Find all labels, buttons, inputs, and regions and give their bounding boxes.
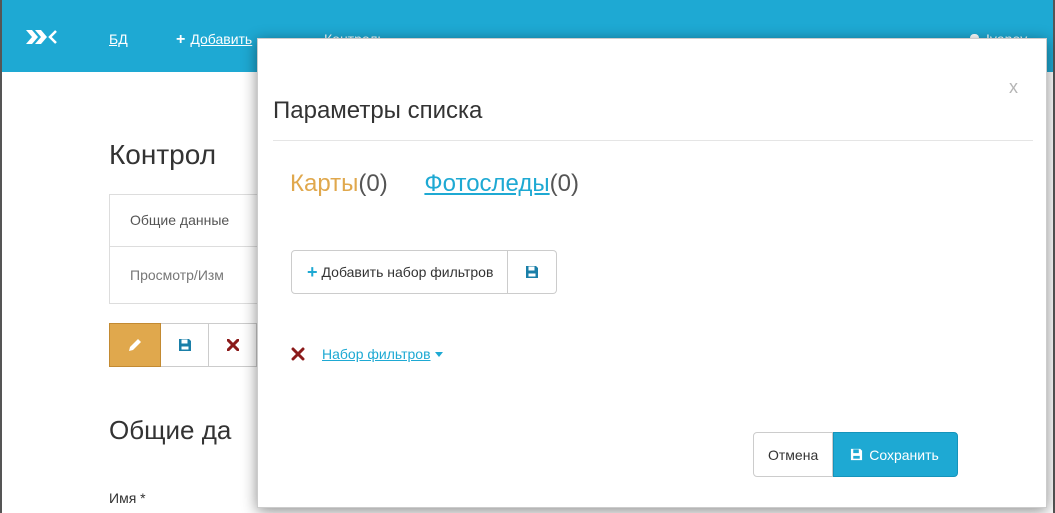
plus-icon: + (176, 31, 186, 48)
name-field-label: Имя * (109, 490, 146, 506)
tab-maps-label: Карты (290, 170, 359, 197)
tab-maps[interactable]: Карты(0) (290, 170, 388, 198)
logo-icon[interactable] (26, 28, 68, 46)
tab-maps-count: (0) (358, 170, 388, 197)
filter-actions: + Добавить набор фильтров (291, 250, 558, 294)
modal-footer: Отмена Сохранить (753, 432, 958, 477)
caret-down-icon (434, 352, 443, 357)
filter-set-dropdown[interactable]: Набор фильтров (322, 346, 443, 362)
list-tabs: Карты(0) Фотоследы(0) (290, 170, 579, 198)
save-button[interactable]: Сохранить (833, 432, 958, 477)
list-params-modal: x Параметры списка Карты(0) Фотоследы(0)… (257, 38, 1047, 508)
tab-photo-traces-label: Фотоследы (424, 170, 550, 197)
section-title: Общие да (109, 415, 232, 445)
page-title: Контрол (109, 139, 217, 170)
filter-set-row: Набор фильтров (291, 344, 443, 364)
floppy-icon (178, 339, 191, 351)
close-icon (226, 339, 239, 351)
modal-close-button[interactable]: x (1009, 78, 1018, 96)
edit-button[interactable] (109, 323, 161, 367)
filter-set-label: Набор фильтров (322, 346, 431, 362)
modal-title: Параметры списка (273, 97, 483, 124)
plus-icon: + (307, 262, 318, 282)
add-filter-set-label: Добавить набор фильтров (321, 264, 494, 280)
record-toolbar (109, 323, 257, 367)
save-label: Сохранить (869, 446, 939, 463)
delete-button[interactable] (209, 323, 257, 367)
cancel-button[interactable]: Отмена (753, 432, 834, 477)
pencil-icon (129, 339, 141, 351)
page-border (0, 72, 2, 513)
tab-photo-traces-count: (0) (549, 170, 579, 197)
nav-link-add[interactable]: + Добавить (176, 31, 252, 49)
add-filter-set-button[interactable]: + Добавить набор фильтров (291, 250, 509, 294)
save-button[interactable] (161, 323, 209, 367)
floppy-icon (526, 266, 539, 278)
floppy-icon (851, 448, 863, 461)
modal-divider (273, 140, 1033, 141)
nav-link-add-label: Добавить (190, 31, 253, 47)
save-filters-button[interactable] (508, 250, 558, 294)
nav-link-db[interactable]: БД (109, 31, 128, 47)
remove-icon[interactable] (291, 347, 305, 361)
tab-photo-traces[interactable]: Фотоследы(0) (424, 170, 579, 198)
